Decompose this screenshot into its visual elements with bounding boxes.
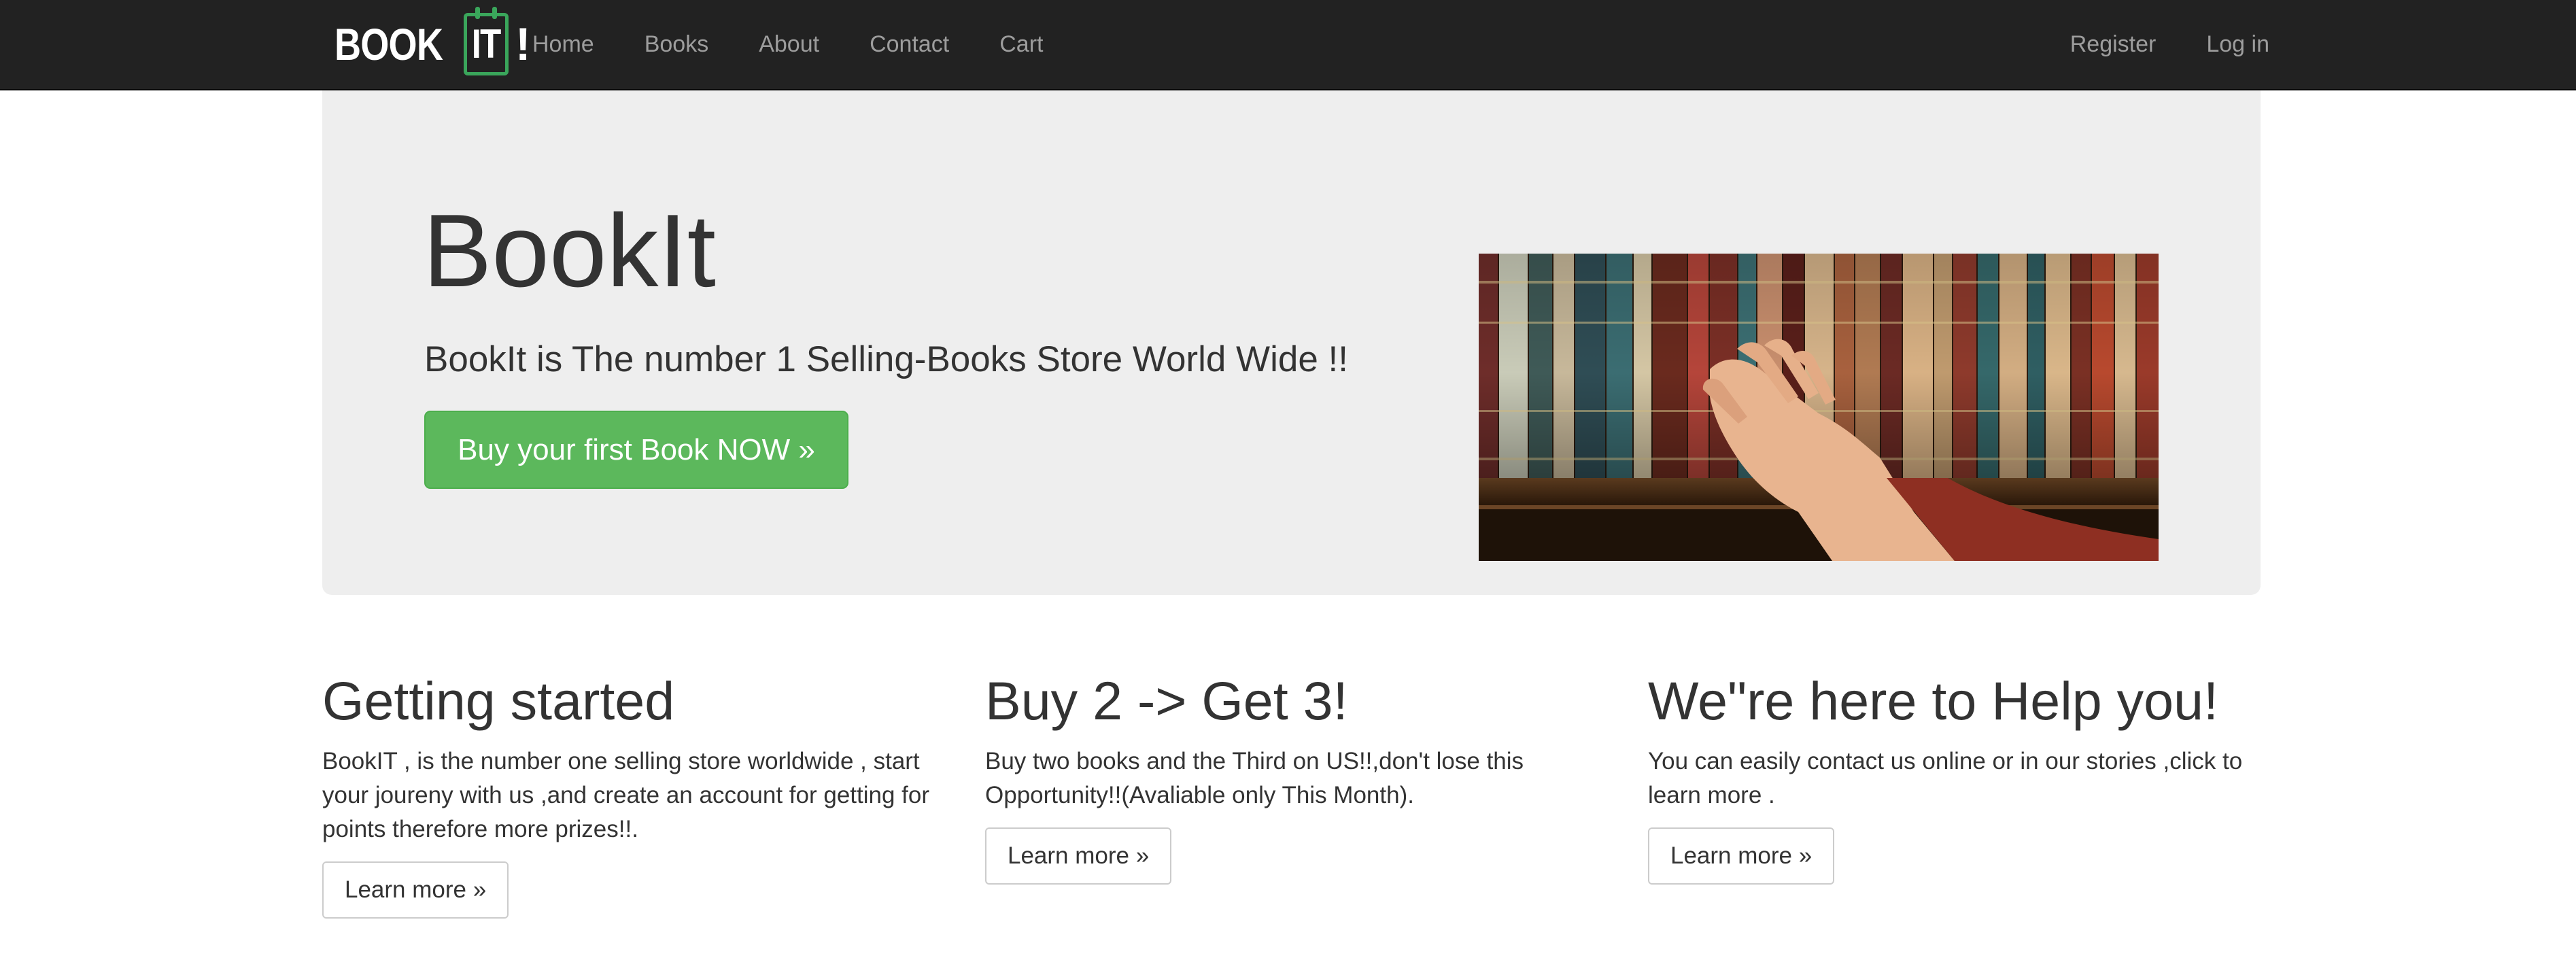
learn-more-button[interactable]: Learn more » — [985, 827, 1172, 885]
top-navbar: BOOK IT ! Home Books About Contact Cart … — [0, 0, 2576, 90]
feature-title: Getting started — [322, 670, 675, 731]
feature-help: We"re here to Help you! You can easily c… — [1648, 670, 2270, 885]
feature-title: We"re here to Help you! — [1648, 670, 2218, 731]
learn-more-button[interactable]: Learn more » — [322, 861, 509, 919]
feature-buy-2-get-3: Buy 2 -> Get 3! Buy two books and the Th… — [985, 670, 1607, 885]
brand-logo[interactable]: BOOK IT ! — [334, 6, 531, 80]
nav-login-link[interactable]: Log in — [2181, 0, 2295, 88]
feature-text: BookIT , is the number one selling store… — [322, 747, 930, 842]
hero-title: BookIt — [423, 193, 716, 309]
feature-text: You can easily contact us online or in o… — [1648, 747, 2243, 808]
buy-first-book-button[interactable]: Buy your first Book NOW » — [424, 411, 848, 489]
brand-logo-it: IT — [472, 20, 502, 67]
bookshelf-image — [1479, 254, 2159, 561]
feature-text: Buy two books and the Third on US!!,don'… — [985, 747, 1524, 808]
hero-jumbotron: BookIt BookIt is The number 1 Selling-Bo… — [322, 90, 2261, 595]
bookshelf-illustration — [1479, 254, 2159, 561]
hero-subtitle: BookIt is The number 1 Selling-Books Sto… — [424, 339, 1348, 379]
brand-logo-word: BOOK — [334, 18, 443, 69]
main-nav: Home Books About Contact Cart — [507, 0, 1068, 88]
nav-books-link[interactable]: Books — [619, 0, 734, 88]
brand-logo-calendar-icon: IT — [464, 6, 509, 75]
nav-home-link[interactable]: Home — [507, 0, 619, 88]
learn-more-button[interactable]: Learn more » — [1648, 827, 1835, 885]
feature-title: Buy 2 -> Get 3! — [985, 670, 1348, 731]
nav-cart-link[interactable]: Cart — [974, 0, 1068, 88]
feature-getting-started: Getting started BookIT , is the number o… — [322, 670, 944, 919]
nav-register-link[interactable]: Register — [2045, 0, 2182, 88]
nav-contact-link[interactable]: Contact — [844, 0, 974, 88]
account-nav: Register Log in — [2045, 0, 2295, 88]
nav-about-link[interactable]: About — [734, 0, 844, 88]
